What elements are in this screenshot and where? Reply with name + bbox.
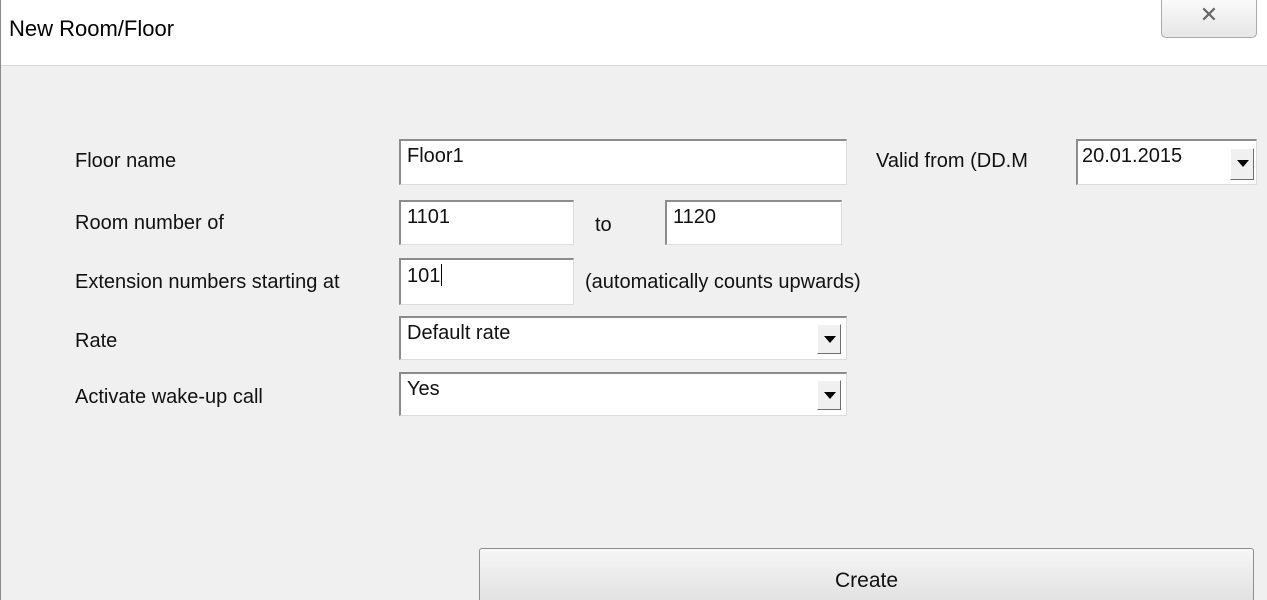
rate-label: Rate bbox=[75, 330, 118, 352]
extension-numbers-label: Extension numbers starting at bbox=[75, 271, 340, 293]
new-room-floor-dialog: New Room/Floor ✕ Floor name Floor1 Valid… bbox=[0, 0, 1267, 600]
floor-name-input[interactable]: Floor1 bbox=[399, 139, 847, 185]
wakeup-call-label: Activate wake-up call bbox=[75, 386, 263, 408]
wakeup-call-selected-value: Yes bbox=[407, 378, 440, 400]
room-number-label: Room number of bbox=[75, 212, 224, 234]
room-number-to-input[interactable]: 1120 bbox=[665, 200, 842, 245]
text-caret bbox=[441, 264, 443, 286]
close-button[interactable]: ✕ bbox=[1161, 0, 1257, 38]
room-number-to-value: 1120 bbox=[673, 206, 717, 228]
floor-name-value: Floor1 bbox=[407, 145, 464, 167]
extension-numbers-value: 101 bbox=[407, 265, 441, 287]
wakeup-call-dropdown-arrow-icon[interactable] bbox=[817, 380, 841, 410]
rate-selected-value: Default rate bbox=[407, 322, 511, 344]
title-bar: New Room/Floor ✕ bbox=[1, 0, 1267, 66]
to-label: to bbox=[595, 214, 612, 236]
rate-select[interactable]: Default rate bbox=[399, 316, 847, 360]
valid-from-date-picker[interactable]: 20.01.2015 bbox=[1076, 139, 1257, 185]
valid-from-dropdown-arrow-icon[interactable] bbox=[1230, 148, 1254, 180]
valid-from-value: 20.01.2015 bbox=[1082, 145, 1183, 167]
valid-from-label: Valid from (DD.M bbox=[876, 150, 1028, 172]
create-button[interactable]: Create bbox=[479, 548, 1254, 600]
wakeup-call-select[interactable]: Yes bbox=[399, 372, 847, 416]
room-number-from-value: 1101 bbox=[407, 206, 451, 228]
rate-dropdown-arrow-icon[interactable] bbox=[817, 324, 841, 354]
room-number-from-input[interactable]: 1101 bbox=[399, 200, 574, 245]
extension-hint-text: (automatically counts upwards) bbox=[585, 271, 861, 293]
extension-numbers-input[interactable]: 101 bbox=[399, 258, 574, 305]
close-icon: ✕ bbox=[1199, 2, 1219, 27]
window-title: New Room/Floor bbox=[9, 16, 175, 41]
floor-name-label: Floor name bbox=[75, 150, 177, 172]
